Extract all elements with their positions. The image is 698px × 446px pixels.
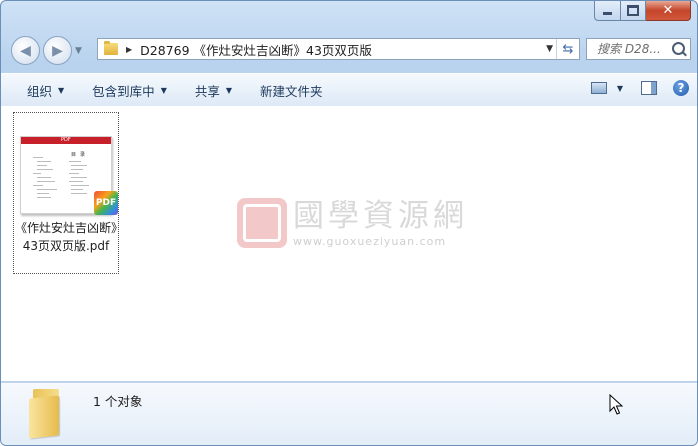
file-name-label[interactable]: 《作灶安灶吉凶断》43页双页版.pdf — [14, 219, 118, 255]
watermark-seal-icon — [237, 198, 287, 248]
new-folder-label: 新建文件夹 — [260, 83, 323, 99]
minimize-button[interactable] — [594, 1, 621, 21]
search-icon[interactable] — [672, 42, 685, 55]
refresh-button[interactable]: ⇆ — [556, 39, 579, 59]
thumbnail-title: 目录 — [71, 152, 90, 158]
maximize-icon — [627, 5, 639, 16]
new-folder-button[interactable]: 新建文件夹 — [246, 81, 337, 100]
recent-pages-dropdown[interactable]: ▼ — [75, 46, 82, 56]
thumbnail-header-text: PDF — [61, 137, 71, 143]
mouse-cursor-icon — [609, 394, 623, 415]
share-label: 共享 — [194, 83, 220, 99]
navigation-buttons: ◀ ▶ ▼ — [11, 36, 82, 65]
forward-button[interactable]: ▶ — [43, 36, 72, 65]
chevron-down-icon: ▼ — [160, 85, 167, 95]
large-folder-icon — [29, 389, 65, 439]
breadcrumb-separator-icon[interactable]: ▶ — [126, 45, 132, 54]
share-menu[interactable]: 共享 ▼ — [181, 81, 246, 100]
close-button[interactable]: ✕ — [646, 1, 691, 21]
chevron-down-icon: ▼ — [58, 85, 65, 95]
view-options-dropdown[interactable]: ▼ — [617, 84, 623, 93]
address-history-dropdown[interactable]: ▼ — [546, 44, 553, 54]
file-list-area[interactable]: PDF 目录 PDF 《作灶安灶吉凶断》43页双页版.pdf 國學資源網 www… — [1, 106, 697, 381]
view-options-icon[interactable] — [590, 82, 607, 94]
pdf-icon: PDF — [94, 191, 118, 215]
close-icon: ✕ — [662, 3, 674, 18]
search-input[interactable] — [597, 42, 675, 56]
back-arrow-icon: ◀ — [20, 42, 31, 59]
refresh-icon: ⇆ — [562, 41, 574, 57]
folder-icon — [104, 41, 118, 55]
search-box[interactable] — [586, 38, 691, 60]
forward-arrow-icon: ▶ — [52, 42, 63, 59]
view-tools: ▼ ? — [590, 80, 689, 96]
watermark: 國學資源網 www.guoxueziyuan.com — [237, 198, 468, 248]
watermark-url: www.guoxueziyuan.com — [293, 234, 447, 248]
maximize-button[interactable] — [621, 1, 646, 21]
minimize-icon — [603, 12, 612, 15]
details-pane: 1 个对象 — [1, 382, 697, 445]
breadcrumb-current-folder[interactable]: D28769 《作灶安灶吉凶断》43页双页版 — [140, 40, 372, 59]
caption-buttons: ✕ — [594, 1, 691, 21]
back-button[interactable]: ◀ — [11, 36, 40, 65]
watermark-chinese: 國學資源網 — [293, 197, 468, 234]
include-in-library-label: 包含到库中 — [92, 83, 155, 99]
organize-menu[interactable]: 组织 ▼ — [1, 81, 78, 100]
item-count: 1 个对象 — [93, 394, 143, 409]
chevron-down-icon: ▼ — [225, 85, 233, 95]
address-bar[interactable]: ▶ D28769 《作灶安灶吉凶断》43页双页版 ▼ ⇆ — [97, 38, 580, 60]
thumbnail-header-bar: PDF — [21, 137, 111, 144]
preview-pane-icon[interactable] — [641, 81, 657, 95]
file-item-pdf[interactable]: PDF 目录 PDF 《作灶安灶吉凶断》43页双页版.pdf — [13, 112, 119, 274]
include-in-library-menu[interactable]: 包含到库中 ▼ — [78, 81, 181, 100]
organize-label: 组织 — [27, 83, 53, 99]
command-bar: 组织 ▼ 包含到库中 ▼ 共享 ▼ 新建文件夹 ▼ ? — [1, 73, 697, 107]
explorer-window: ✕ ◀ ▶ ▼ ▶ D28769 《作灶安灶吉凶断》43页双页版 ▼ ⇆ 组织 ▼… — [0, 0, 698, 446]
help-icon[interactable]: ? — [673, 80, 689, 96]
watermark-text: 國學資源網 www.guoxueziyuan.com — [293, 199, 468, 248]
